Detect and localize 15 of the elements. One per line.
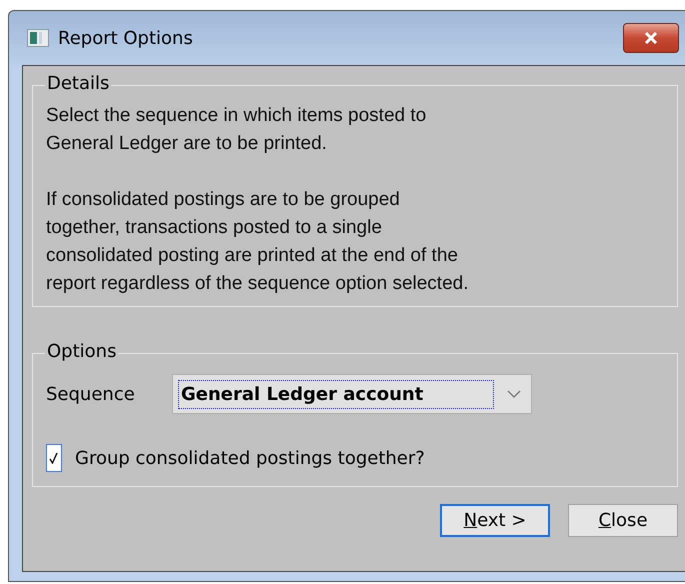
window-title: Report Options: [58, 28, 194, 48]
sequence-dropdown[interactable]: General Ledger account: [172, 374, 532, 414]
check-icon: [49, 452, 59, 464]
dialog-button[interactable]: Close: [568, 504, 678, 537]
field-label: Sequence: [46, 384, 136, 404]
checkbox-label: Group consolidated postings together?: [75, 448, 425, 468]
app-icon: [27, 29, 49, 47]
description-text: If consolidated postings are to be grouped together, transactions posted to a single consolidated posting are printed at the end of the report regardless of the sequence option selected.: [46, 188, 470, 296]
chevron-down-icon: [507, 390, 521, 398]
dialog-button[interactable]: Next >: [440, 504, 550, 537]
close-button[interactable]: [623, 23, 679, 53]
group-title: Options: [45, 341, 118, 362]
checkbox[interactable]: [46, 444, 62, 472]
close-icon: [643, 32, 659, 44]
description-text: Select the sequence in which items posted to General Ledger are to be printed.: [46, 104, 428, 156]
